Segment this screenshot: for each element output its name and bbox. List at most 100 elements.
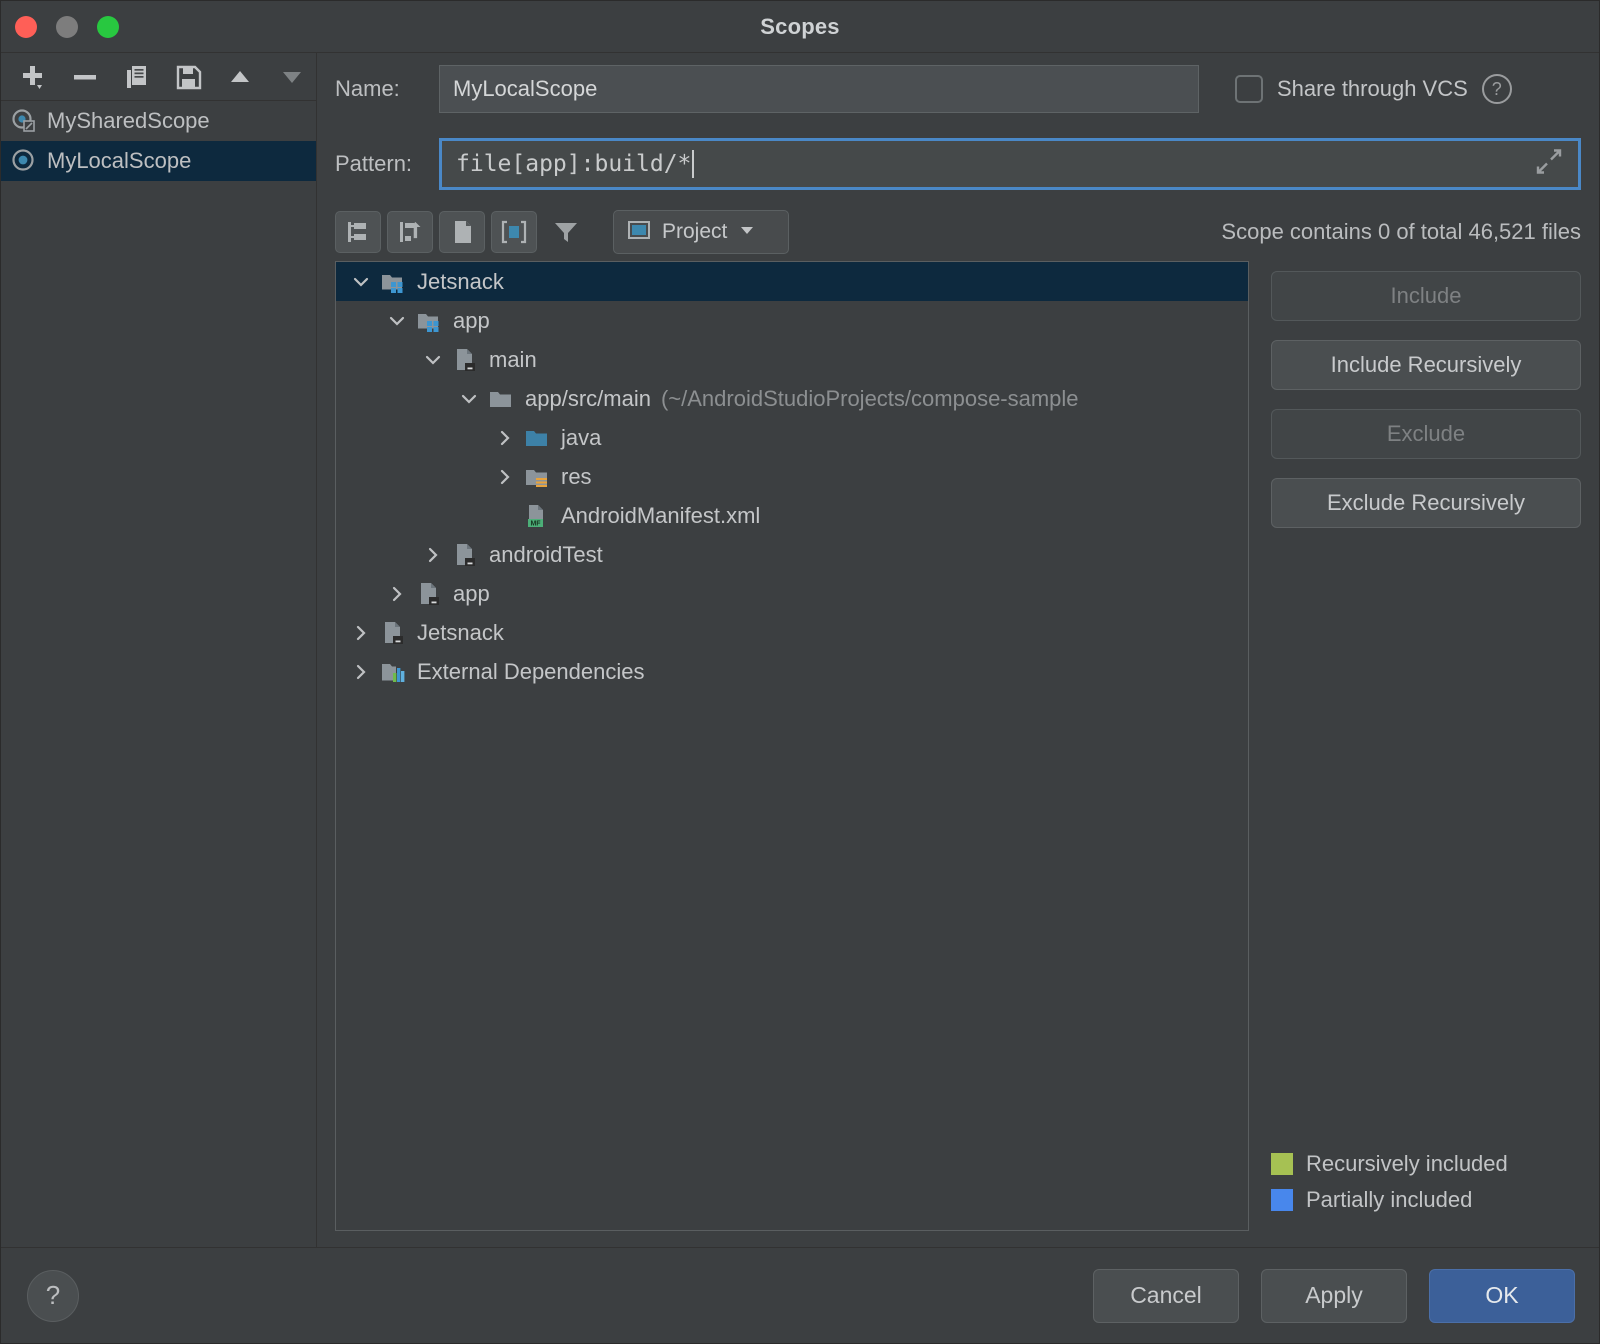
apply-button[interactable]: Apply [1261,1269,1407,1323]
expand-diagonal-icon[interactable] [1534,147,1564,182]
title-bar: Scopes [1,1,1599,53]
project-view-icon [626,217,652,248]
chevron-collapsed-icon[interactable] [344,623,378,643]
chevron-collapsed-icon[interactable] [488,428,522,448]
expand-all-icon[interactable] [335,211,381,253]
share-through-vcs-control[interactable]: Share through VCS ? [1235,74,1512,104]
window-title: Scopes [1,14,1599,40]
scopes-dialog: Scopes [0,0,1600,1344]
android-module-group-icon [378,269,408,295]
tree-row-label: app [453,308,490,334]
name-label: Name: [335,76,439,102]
chevron-expanded-icon[interactable] [344,272,378,292]
local-scope-icon [11,148,37,174]
tree-row-label: app/src/main [525,386,651,412]
move-up-button[interactable] [216,57,264,97]
main-content: Jetsnack [335,261,1581,1247]
collapse-all-icon[interactable] [387,211,433,253]
legend-swatch-green [1271,1153,1293,1175]
bracketed-square-icon[interactable] [491,211,537,253]
exclude-button[interactable]: Exclude [1271,409,1581,459]
library-icon [378,659,408,685]
scope-list-item-label: MySharedScope [47,108,210,134]
view-selector-label: Project [662,220,727,244]
scope-file-count-text: Scope contains 0 of total 46,521 files [1221,219,1581,245]
folder-source-blue-icon [522,425,552,451]
chevron-expanded-icon[interactable] [380,311,414,331]
chevron-collapsed-icon[interactable] [416,545,450,565]
manifest-file-icon: MF [522,503,552,529]
traffic-lights [15,16,119,38]
dialog-footer: ? Cancel Apply OK [1,1247,1599,1343]
file-page-icon[interactable] [439,211,485,253]
view-selector-dropdown[interactable]: Project [613,210,789,254]
copy-scope-button[interactable] [113,57,161,97]
chevron-collapsed-icon[interactable] [380,584,414,604]
legend: Recursively included Partially included [1271,1151,1581,1231]
folder-resource-icon [522,464,552,490]
tree-row[interactable]: External Dependencies [336,652,1248,691]
pattern-row: Pattern: file[app]:build/* [335,125,1581,203]
tree-row[interactable]: app [336,301,1248,340]
tree-row[interactable]: MF AndroidManifest.xml [336,496,1248,535]
scope-list-item-mylocal[interactable]: MyLocalScope [1,141,316,181]
legend-item-partially-included: Partially included [1271,1187,1581,1213]
help-button[interactable]: ? [27,1270,79,1322]
cancel-button[interactable]: Cancel [1093,1269,1239,1323]
scope-name-input[interactable] [439,65,1199,113]
tree-row-label: External Dependencies [417,659,644,685]
source-set-module-icon [450,542,480,568]
tree-row-label: main [489,347,537,373]
exclude-recursively-button[interactable]: Exclude Recursively [1271,478,1581,528]
scope-list-panel: MySharedScope MyLocalScope [1,53,317,1247]
question-circle-icon[interactable]: ? [1482,74,1512,104]
scope-pattern-input[interactable]: file[app]:build/* [439,138,1581,190]
source-set-module-icon [378,620,408,646]
close-window-button[interactable] [15,16,37,38]
scope-list[interactable]: MySharedScope MyLocalScope [1,101,316,1247]
tree-row[interactable]: app/src/main (~/AndroidStudioProjects/co… [336,379,1248,418]
tree-row[interactable]: Jetsnack [336,613,1248,652]
add-scope-button[interactable] [9,57,57,97]
chevron-collapsed-icon[interactable] [488,467,522,487]
include-button[interactable]: Include [1271,271,1581,321]
scope-editor-panel: Name: Share through VCS ? Pattern: file[… [317,53,1599,1247]
folder-grey-icon [486,386,516,412]
tree-row[interactable]: androidTest [336,535,1248,574]
android-module-group-icon [414,308,444,334]
remove-scope-button[interactable] [61,57,109,97]
tree-row[interactable]: java [336,418,1248,457]
text-caret [692,150,694,178]
share-through-vcs-label: Share through VCS [1277,76,1468,102]
tree-row[interactable]: app [336,574,1248,613]
dialog-body: MySharedScope MyLocalScope Name: [1,53,1599,1247]
maximize-window-button[interactable] [97,16,119,38]
tree-row[interactable]: res [336,457,1248,496]
minimize-window-button[interactable] [56,16,78,38]
tree-row-path: (~/AndroidStudioProjects/compose-sample [661,386,1079,412]
svg-text:MF: MF [530,520,541,527]
tree-row-label: app [453,581,490,607]
chevron-expanded-icon[interactable] [416,350,450,370]
chevron-collapsed-icon[interactable] [344,662,378,682]
scope-list-item-myshared[interactable]: MySharedScope [1,101,316,141]
project-tree[interactable]: Jetsnack [335,261,1249,1231]
funnel-filter-icon[interactable] [543,211,589,253]
pattern-label: Pattern: [335,151,439,177]
tree-row[interactable]: main [336,340,1248,379]
pattern-value: file[app]:build/* [456,151,691,177]
include-exclude-panel: Include Include Recursively Exclude Excl… [1271,261,1581,1231]
move-down-button[interactable] [268,57,316,97]
chevron-expanded-icon[interactable] [452,389,486,409]
tree-row-label: Jetsnack [417,620,504,646]
ok-button[interactable]: OK [1429,1269,1575,1323]
legend-label: Partially included [1306,1187,1472,1213]
share-through-vcs-checkbox[interactable] [1235,75,1263,103]
source-set-module-icon [414,581,444,607]
tree-row-label: Jetsnack [417,269,504,295]
tree-row[interactable]: Jetsnack [336,262,1248,301]
tree-row-label: AndroidManifest.xml [561,503,760,529]
include-recursively-button[interactable]: Include Recursively [1271,340,1581,390]
save-scope-button[interactable] [164,57,212,97]
tree-row-label: java [561,425,601,451]
